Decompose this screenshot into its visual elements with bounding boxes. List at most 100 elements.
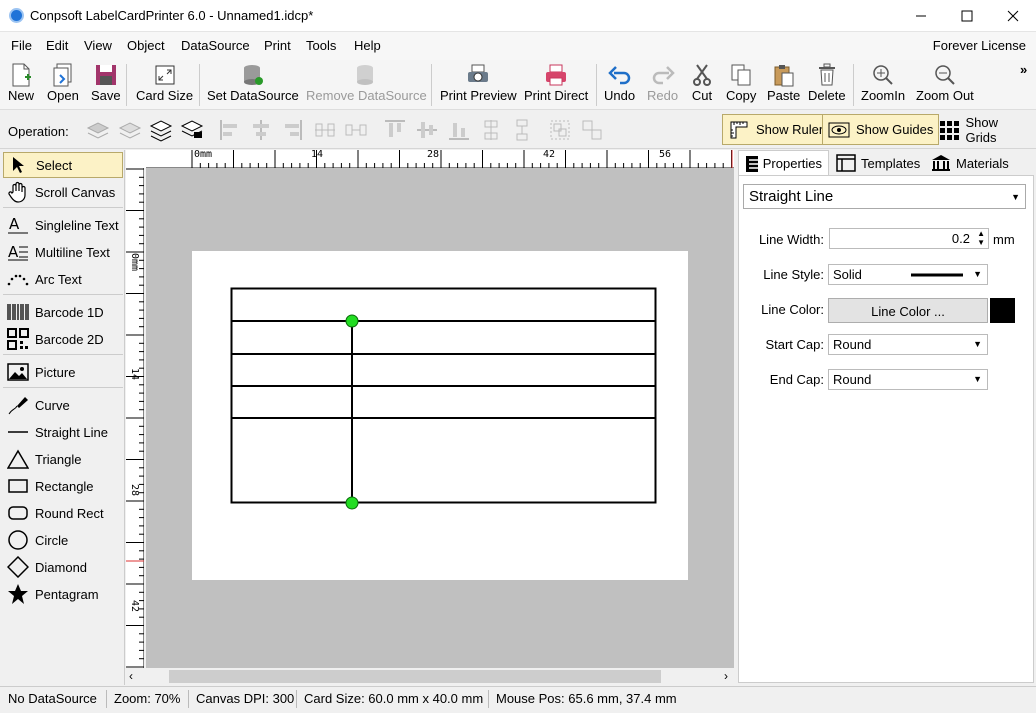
spinner-arrows-icon[interactable]: ▲ ▼ <box>977 229 985 247</box>
ruler-h-label-14: 14 <box>311 149 324 160</box>
tool-select[interactable]: Select <box>3 152 123 178</box>
distribute-horizontal-icon[interactable] <box>313 118 337 142</box>
menu-object[interactable]: Object <box>127 38 165 53</box>
menu-tools[interactable]: Tools <box>306 38 336 53</box>
align-middle-icon[interactable] <box>415 118 439 142</box>
undo-button[interactable]: Undo <box>604 62 635 108</box>
dropdown-caret-icon: ▼ <box>1011 192 1020 202</box>
menu-help[interactable]: Help <box>354 38 381 53</box>
print-preview-button[interactable]: Print Preview <box>440 62 517 108</box>
solid-line-preview-icon <box>911 273 963 277</box>
open-button[interactable]: Open <box>47 62 79 108</box>
scroll-right-arrow-icon[interactable]: › <box>724 669 728 683</box>
align-center-icon[interactable] <box>249 118 273 142</box>
distribute-vertical-icon[interactable] <box>479 118 503 142</box>
card-size-button[interactable]: Card Size <box>136 62 193 108</box>
multiline-text-icon: A <box>7 241 29 263</box>
end-cap-select[interactable]: Round ▼ <box>828 369 988 390</box>
paste-button[interactable]: Paste <box>767 62 800 108</box>
copy-button[interactable]: Copy <box>726 62 756 108</box>
guides-eye-icon <box>828 122 850 137</box>
space-horizontal-icon[interactable] <box>344 118 368 142</box>
ruler-h-label-28: 28 <box>427 149 440 160</box>
remove-datasource-button[interactable]: Remove DataSource <box>306 62 427 108</box>
show-ruler-label: Show Ruler <box>756 122 824 137</box>
send-backward-icon[interactable] <box>118 118 142 142</box>
space-vertical-icon[interactable] <box>510 118 534 142</box>
zoom-out-button[interactable]: Zoom Out <box>916 62 974 108</box>
tool-rectangle[interactable]: Rectangle <box>3 473 123 499</box>
tool-pentagram[interactable]: Pentagram <box>3 581 123 607</box>
save-floppy-icon <box>95 62 117 88</box>
close-button[interactable] <box>990 0 1036 32</box>
tool-scroll-canvas[interactable]: Scroll Canvas <box>3 179 123 205</box>
delete-button[interactable]: Delete <box>808 62 846 108</box>
start-cap-select[interactable]: Round ▼ <box>828 334 988 355</box>
line-color-button[interactable]: Line Color ... <box>828 298 988 323</box>
bring-forward-icon[interactable] <box>86 118 110 142</box>
ungroup-icon[interactable] <box>580 118 604 142</box>
align-bottom-icon[interactable] <box>447 118 471 142</box>
templates-icon <box>836 154 856 172</box>
tab-materials[interactable]: Materials <box>925 150 1015 176</box>
show-guides-label: Show Guides <box>856 122 934 137</box>
send-to-back-icon[interactable] <box>180 118 204 142</box>
redo-label: Redo <box>647 88 679 103</box>
tool-curve[interactable]: Curve <box>3 392 123 418</box>
horizontal-ruler: 0mm 14 28 42 56 <box>146 149 734 168</box>
delete-label: Delete <box>808 88 846 103</box>
object-type-select[interactable]: Straight Line ▼ <box>743 184 1026 209</box>
dropdown-caret-icon: ▼ <box>973 269 982 279</box>
tool-straight-line[interactable]: Straight Line <box>3 419 123 445</box>
properties-list-icon <box>746 155 758 172</box>
save-button[interactable]: Save <box>91 62 121 108</box>
line-style-select[interactable]: Solid ▼ <box>828 264 988 285</box>
tool-triangle[interactable]: Triangle <box>3 446 123 472</box>
dropdown-caret-icon: ▼ <box>973 339 982 349</box>
line-start-handle[interactable] <box>345 314 359 328</box>
line-end-handle[interactable] <box>345 496 359 510</box>
redo-icon <box>651 62 675 88</box>
set-datasource-button[interactable]: Set DataSource <box>207 62 299 108</box>
tool-arc-text[interactable]: Arc Text <box>3 266 123 292</box>
new-button[interactable]: New <box>8 62 34 108</box>
cut-button[interactable]: Cut <box>691 62 713 108</box>
tool-round-rect[interactable]: Round Rect <box>3 500 123 526</box>
tool-barcode-2d[interactable]: Barcode 2D <box>3 326 123 352</box>
menu-edit[interactable]: Edit <box>46 38 68 53</box>
menu-print[interactable]: Print <box>264 38 291 53</box>
align-right-icon[interactable] <box>280 118 304 142</box>
tool-picture[interactable]: Picture <box>3 359 123 385</box>
align-left-icon[interactable] <box>218 118 242 142</box>
tool-singleline-text[interactable]: A Singleline Text <box>3 212 123 238</box>
tool-barcode1d-label: Barcode 1D <box>35 304 104 320</box>
menu-view[interactable]: View <box>84 38 112 53</box>
group-icon[interactable] <box>548 118 572 142</box>
menu-file[interactable]: File <box>11 38 32 53</box>
show-grids-toggle[interactable]: Show Grids <box>933 114 1036 145</box>
tab-templates[interactable]: Templates <box>830 150 926 176</box>
scrollbar-thumb[interactable] <box>169 670 661 683</box>
tab-properties[interactable]: Properties <box>738 150 829 176</box>
bring-to-front-icon[interactable] <box>149 118 173 142</box>
show-ruler-toggle[interactable]: Show Ruler <box>722 114 830 145</box>
align-top-icon[interactable] <box>383 118 407 142</box>
show-grids-label: Show Grids <box>965 114 998 145</box>
line-width-input[interactable]: 0.2 ▲ ▼ <box>829 228 989 249</box>
tool-diamond[interactable]: Diamond <box>3 554 123 580</box>
redo-button[interactable]: Redo <box>647 62 678 108</box>
scroll-left-arrow-icon[interactable]: ‹ <box>129 669 133 683</box>
print-direct-button[interactable]: Print Direct <box>524 62 588 108</box>
tool-circle[interactable]: Circle <box>3 527 123 553</box>
menu-datasource[interactable]: DataSource <box>181 38 250 53</box>
line-color-swatch[interactable] <box>990 298 1015 323</box>
maximize-button[interactable] <box>944 0 990 32</box>
tool-barcode-1d[interactable]: Barcode 1D <box>3 299 123 325</box>
show-guides-toggle[interactable]: Show Guides <box>822 114 940 145</box>
tool-multiline-text[interactable]: A Multiline Text <box>3 239 123 265</box>
zoom-in-button[interactable]: ZoomIn <box>861 62 905 108</box>
hand-icon <box>7 181 29 203</box>
trash-icon <box>816 62 838 88</box>
toolbar-overflow-button[interactable]: » <box>1020 62 1027 77</box>
minimize-button[interactable] <box>898 0 944 32</box>
